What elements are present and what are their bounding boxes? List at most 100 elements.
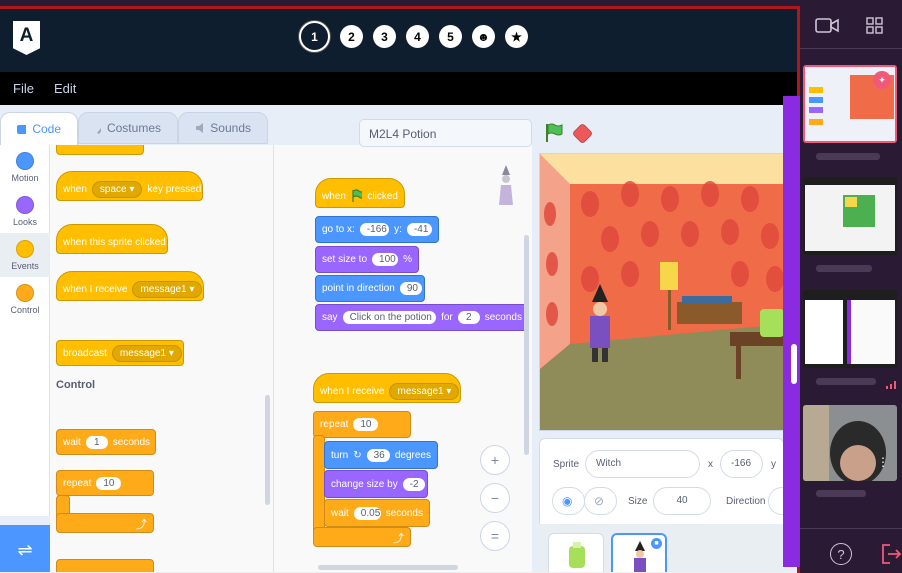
smiley-step-icon[interactable]: ☻	[472, 25, 495, 48]
hide-sprite-button[interactable]: ⊘	[584, 487, 617, 515]
purple-side-scrollbar[interactable]	[783, 96, 800, 567]
block-when-key-pressed[interactable]: when space ▾ key pressed	[56, 171, 203, 201]
say-seconds-input[interactable]: 2	[457, 311, 480, 324]
help-icon[interactable]: ?	[830, 543, 852, 565]
tab-costumes[interactable]: Costumes	[78, 112, 178, 144]
zoom-reset-icon: =	[490, 528, 500, 544]
events-dot-icon	[16, 239, 34, 258]
block-palette: when space ▾ key pressed when this sprit…	[50, 145, 274, 573]
block-when-i-receive[interactable]: when I receive message1 ▾	[56, 271, 204, 301]
rotate-right-icon: ↻	[353, 449, 362, 461]
add-extension-button[interactable]: ⇌	[0, 525, 50, 573]
goto-x-input[interactable]: -166	[359, 223, 390, 236]
step-3[interactable]: 3	[373, 25, 396, 48]
category-motion[interactable]: Motion	[0, 145, 50, 189]
eye-slash-icon: ⊘	[594, 494, 605, 508]
change-size-input[interactable]: -2	[402, 477, 425, 491]
loop-arrow-icon: ⤴	[136, 519, 147, 531]
scripts-vertical-scrollbar[interactable]	[524, 235, 529, 455]
block-wait[interactable]: wait 1 seconds	[56, 429, 156, 455]
receive-message-dropdown[interactable]: message1 ▾	[389, 382, 460, 400]
step-5[interactable]: 5	[439, 25, 462, 48]
participant-thumb-2[interactable]	[803, 177, 897, 255]
block-broadcast[interactable]: broadcast message1 ▾	[56, 340, 184, 366]
setsize-input[interactable]: 100	[372, 253, 399, 266]
repeat-foot: ⤴	[56, 513, 154, 533]
script-area: when clicked go to x: -166 y: -41 set si…	[274, 145, 532, 573]
participant-name-3	[816, 378, 876, 385]
repeat-foot-script: ⤴	[313, 527, 411, 547]
block-when-sprite-clicked[interactable]: when this sprite clicked	[56, 224, 168, 254]
participant-thumb-1[interactable]: ✦	[803, 65, 897, 143]
camera-icon[interactable]	[815, 17, 839, 35]
wait-input[interactable]: 1	[85, 435, 108, 449]
step-1[interactable]: 1	[299, 21, 330, 52]
menu-file[interactable]: File	[13, 81, 34, 96]
block-when-flag-clicked[interactable]: when clicked	[315, 178, 405, 208]
brush-icon	[97, 128, 101, 134]
block-change-size[interactable]: change size by -2	[324, 470, 428, 498]
scratch-editor-window: A 1 2 3 4 5 ☻ ★ File Edit Code Costumes	[0, 6, 800, 573]
block-turn-degrees[interactable]: turn ↻ 36 degrees	[324, 441, 438, 469]
block-wait-script[interactable]: wait 0.05 seconds	[324, 499, 430, 527]
say-text-input[interactable]: Click on the potion	[342, 311, 437, 324]
zoom-out-button[interactable]: −	[480, 483, 510, 513]
side-scroll-thumb[interactable]	[791, 344, 797, 384]
screen-share-preview-3	[805, 300, 895, 364]
palette-block-partial-bottom[interactable]	[56, 559, 154, 573]
block-repeat[interactable]: repeat 10	[56, 470, 154, 496]
sprite-name-input[interactable]: Witch	[585, 450, 700, 478]
show-sprite-button[interactable]: ◉	[552, 487, 585, 515]
block-repeat-script[interactable]: repeat 10	[313, 411, 411, 438]
sprite-x-input[interactable]: -166	[720, 450, 763, 478]
repeat-count-input[interactable]: 10	[353, 418, 379, 431]
participant-thumb-3[interactable]	[803, 290, 897, 368]
turn-degrees-input[interactable]: 36	[366, 448, 390, 462]
wait-seconds-input[interactable]: 0.05	[353, 506, 381, 520]
block-say-for-seconds[interactable]: say Click on the potion for 2 seconds	[315, 304, 529, 331]
repeat-input[interactable]: 10	[96, 476, 122, 490]
stop-button-icon[interactable]	[571, 122, 594, 145]
palette-block-partial[interactable]	[56, 145, 144, 155]
goto-y-input[interactable]: -41	[406, 223, 432, 236]
tab-sounds[interactable]: Sounds	[178, 112, 268, 144]
category-events[interactable]: Events	[0, 233, 50, 277]
category-looks[interactable]: Looks	[0, 189, 50, 233]
editor-area: Code Costumes Sounds Motion Looks Events…	[0, 105, 797, 573]
step-2[interactable]: 2	[340, 25, 363, 48]
category-control[interactable]: Control	[0, 277, 50, 321]
message-dropdown[interactable]: message1 ▾	[132, 280, 203, 298]
grid-view-icon[interactable]	[866, 17, 884, 35]
participant-video-4[interactable]: ⋮	[803, 405, 897, 481]
zoom-reset-button[interactable]: =	[480, 521, 510, 551]
green-flag-button-icon[interactable]	[544, 123, 564, 143]
zoom-out-icon: −	[490, 490, 500, 506]
tab-code[interactable]: Code	[0, 112, 78, 145]
sprite-thumb-witch[interactable]: ■	[611, 533, 667, 573]
pin-icon[interactable]: ✦	[873, 71, 891, 89]
project-title-input[interactable]: M2L4 Potion	[359, 119, 532, 147]
scripts-horizontal-scrollbar[interactable]	[318, 565, 458, 570]
more-options-icon[interactable]: ⋮	[877, 455, 889, 469]
block-point-in-direction[interactable]: point in direction 90	[315, 275, 425, 302]
zoom-in-button[interactable]: +	[480, 445, 510, 475]
participant-name-4	[816, 490, 866, 497]
potion-icon	[569, 542, 585, 568]
star-step-icon[interactable]: ★	[505, 25, 528, 48]
category-menu: Motion Looks Events Control	[0, 145, 50, 516]
broadcast-dropdown[interactable]: message1 ▾	[111, 344, 182, 362]
palette-scrollbar[interactable]	[265, 395, 270, 505]
menu-bar: File Edit	[0, 72, 797, 105]
sprite-thumb-potion[interactable]	[548, 533, 604, 573]
step-4[interactable]: 4	[406, 25, 429, 48]
direction-input[interactable]: 90	[399, 282, 422, 295]
block-when-i-receive-script[interactable]: when I receive message1 ▾	[313, 373, 461, 403]
menu-edit[interactable]: Edit	[54, 81, 76, 96]
block-go-to-xy[interactable]: go to x: -166 y: -41	[315, 216, 439, 243]
zoom-in-icon: +	[490, 452, 500, 468]
sprite-size-input[interactable]: 40	[653, 487, 711, 515]
stage-canvas[interactable]	[539, 153, 784, 431]
block-set-size[interactable]: set size to 100 %	[315, 246, 419, 273]
key-dropdown[interactable]: space ▾	[91, 180, 143, 198]
leave-icon[interactable]	[880, 543, 902, 565]
